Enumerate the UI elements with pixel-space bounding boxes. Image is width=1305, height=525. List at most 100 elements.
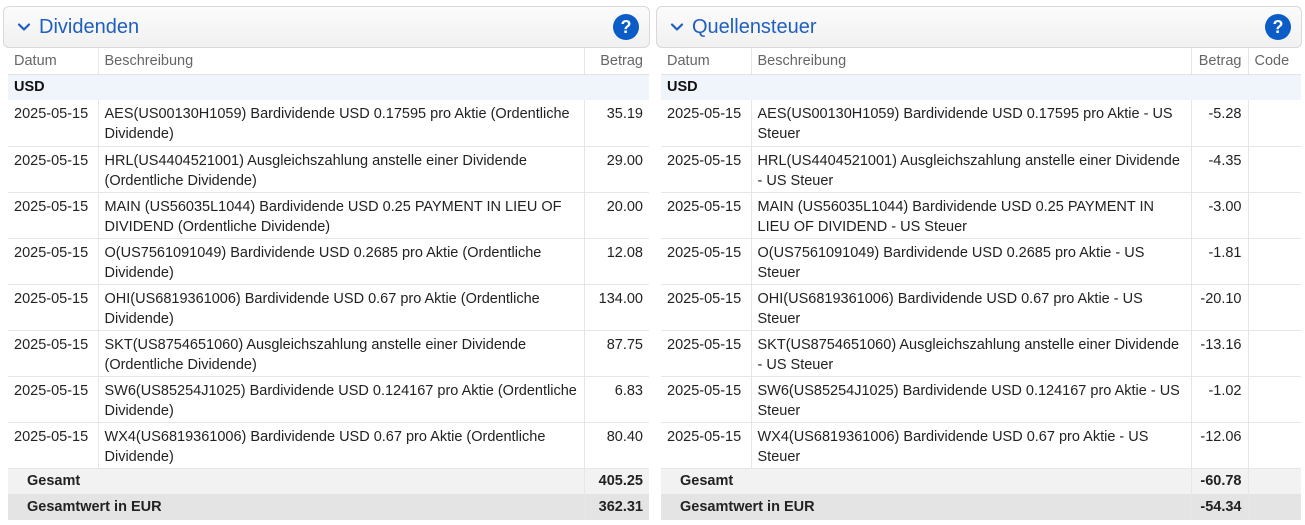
row-amount: 6.83 <box>583 376 649 423</box>
withholding-panel: Quellensteuer ? Datum Beschreibung Betra… <box>656 6 1302 520</box>
row-date: 2025-05-15 <box>8 146 98 193</box>
row-amount: 80.40 <box>583 422 649 469</box>
row-amount: 35.19 <box>583 100 649 147</box>
row-amount: -1.81 <box>1190 238 1248 285</box>
row-description: WX4(US6819361006) Bardividende USD 0.67 … <box>97 422 584 469</box>
column-header-amount[interactable]: Betrag <box>1190 48 1248 75</box>
table-row: 2025-05-15 SKT(US8754651060) Ausgleichsza… <box>661 330 1301 377</box>
table-row: 2025-05-15 HRL(US4404521001) Ausgleichsza… <box>661 146 1301 193</box>
row-code <box>1247 192 1301 239</box>
row-code <box>1247 376 1301 423</box>
row-date: 2025-05-15 <box>8 100 98 147</box>
row-date: 2025-05-15 <box>661 192 751 239</box>
column-header-date[interactable]: Datum <box>661 48 751 75</box>
total-label: Gesamt <box>8 468 584 494</box>
dividends-title: Dividenden <box>39 15 140 38</box>
row-description: SKT(US8754651060) Ausgleichszahlung anst… <box>97 330 584 377</box>
row-amount: -1.02 <box>1190 376 1248 423</box>
row-date: 2025-05-15 <box>661 284 751 331</box>
row-date: 2025-05-15 <box>8 422 98 469</box>
row-description: HRL(US4404521001) Ausgleichszahlung anst… <box>97 146 584 193</box>
table-row: 2025-05-15 SW6(US85254J1025) Bardividende… <box>8 376 649 423</box>
row-description: MAIN (US56035L1044) Bardividende USD 0.2… <box>97 192 584 239</box>
total-eur-value: -54.34 <box>1190 494 1248 520</box>
row-description: OHI(US6819361006) Bardividende USD 0.67 … <box>750 284 1191 331</box>
row-description: O(US7561091049) Bardividende USD 0.2685 … <box>97 238 584 285</box>
row-description: AES(US00130H1059) Bardividende USD 0.175… <box>750 100 1191 147</box>
currency-group-label: USD <box>8 74 649 100</box>
row-date: 2025-05-15 <box>661 146 751 193</box>
table-row: 2025-05-15 AES(US00130H1059) Bardividende… <box>661 100 1301 147</box>
help-icon[interactable]: ? <box>1265 14 1291 40</box>
total-eur-label: Gesamtwert in EUR <box>661 494 1191 520</box>
dividends-header[interactable]: Dividenden ? <box>3 6 650 48</box>
chevron-down-icon[interactable] <box>16 19 32 35</box>
table-row: 2025-05-15 WX4(US6819361006) Bardividende… <box>8 422 649 469</box>
column-header-date[interactable]: Datum <box>8 48 98 75</box>
row-description: SW6(US85254J1025) Bardividende USD 0.124… <box>750 376 1191 423</box>
row-description: O(US7561091049) Bardividende USD 0.2685 … <box>750 238 1191 285</box>
column-header-amount[interactable]: Betrag <box>583 48 649 75</box>
column-header-description[interactable]: Beschreibung <box>750 48 1191 75</box>
dividends-panel: Dividenden ? Datum Beschreibung Betrag U… <box>3 6 650 520</box>
column-header-description[interactable]: Beschreibung <box>97 48 584 75</box>
table-row: 2025-05-15 SW6(US85254J1025) Bardividende… <box>661 376 1301 423</box>
row-code <box>1247 146 1301 193</box>
total-value: 405.25 <box>583 468 649 494</box>
column-header-code[interactable]: Code <box>1247 48 1301 75</box>
withholding-table: Datum Beschreibung Betrag Code USD 2025-… <box>661 48 1301 520</box>
row-description: SKT(US8754651060) Ausgleichszahlung anst… <box>750 330 1191 377</box>
row-code <box>1247 100 1301 147</box>
row-date: 2025-05-15 <box>661 100 751 147</box>
row-amount: 29.00 <box>583 146 649 193</box>
chevron-down-icon[interactable] <box>669 19 685 35</box>
row-description: SW6(US85254J1025) Bardividende USD 0.124… <box>97 376 584 423</box>
row-amount: 134.00 <box>583 284 649 331</box>
row-description: WX4(US6819361006) Bardividende USD 0.67 … <box>750 422 1191 469</box>
table-row: 2025-05-15 SKT(US8754651060) Ausgleichsza… <box>8 330 649 377</box>
table-row: 2025-05-15 MAIN (US56035L1044) Bardividen… <box>8 192 649 239</box>
row-date: 2025-05-15 <box>661 422 751 469</box>
row-amount: -12.06 <box>1190 422 1248 469</box>
row-date: 2025-05-15 <box>8 376 98 423</box>
row-amount: -3.00 <box>1190 192 1248 239</box>
table-row: 2025-05-15 OHI(US6819361006) Bardividende… <box>8 284 649 331</box>
table-row: 2025-05-15 O(US7561091049) Bardividende U… <box>661 238 1301 285</box>
row-date: 2025-05-15 <box>8 192 98 239</box>
total-eur-value: 362.31 <box>583 494 649 520</box>
currency-group-label: USD <box>661 74 1301 100</box>
row-code <box>1247 330 1301 377</box>
row-amount: -13.16 <box>1190 330 1248 377</box>
table-row: 2025-05-15 AES(US00130H1059) Bardividende… <box>8 100 649 147</box>
total-value: -60.78 <box>1190 468 1248 494</box>
row-description: AES(US00130H1059) Bardividende USD 0.175… <box>97 100 584 147</box>
row-date: 2025-05-15 <box>8 330 98 377</box>
table-row: 2025-05-15 MAIN (US56035L1044) Bardividen… <box>661 192 1301 239</box>
help-icon[interactable]: ? <box>613 14 639 40</box>
row-date: 2025-05-15 <box>8 238 98 285</box>
row-amount: -20.10 <box>1190 284 1248 331</box>
table-row: 2025-05-15 HRL(US4404521001) Ausgleichsza… <box>8 146 649 193</box>
row-date: 2025-05-15 <box>661 238 751 285</box>
dividends-table: Datum Beschreibung Betrag USD 2025-05-15… <box>8 48 649 520</box>
row-date: 2025-05-15 <box>661 330 751 377</box>
row-amount: 20.00 <box>583 192 649 239</box>
table-row: 2025-05-15 O(US7561091049) Bardividende U… <box>8 238 649 285</box>
total-eur-code-empty <box>1247 494 1301 520</box>
row-amount: -5.28 <box>1190 100 1248 147</box>
row-description: OHI(US6819361006) Bardividende USD 0.67 … <box>97 284 584 331</box>
table-row: 2025-05-15 OHI(US6819361006) Bardividende… <box>661 284 1301 331</box>
total-label: Gesamt <box>661 468 1191 494</box>
withholding-title: Quellensteuer <box>692 15 817 38</box>
row-date: 2025-05-15 <box>8 284 98 331</box>
row-description: HRL(US4404521001) Ausgleichszahlung anst… <box>750 146 1191 193</box>
row-code <box>1247 422 1301 469</box>
row-amount: -4.35 <box>1190 146 1248 193</box>
total-code-empty <box>1247 468 1301 494</box>
row-code <box>1247 238 1301 285</box>
withholding-header[interactable]: Quellensteuer ? <box>656 6 1302 48</box>
table-row: 2025-05-15 WX4(US6819361006) Bardividende… <box>661 422 1301 469</box>
row-amount: 12.08 <box>583 238 649 285</box>
row-description: MAIN (US56035L1044) Bardividende USD 0.2… <box>750 192 1191 239</box>
total-eur-label: Gesamtwert in EUR <box>8 494 584 520</box>
